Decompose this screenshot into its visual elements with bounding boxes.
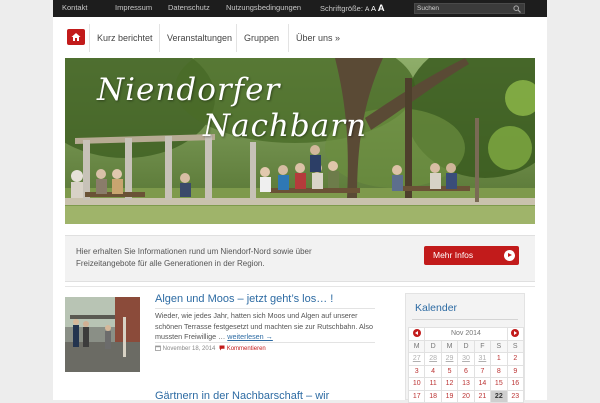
comment-icon [219, 345, 225, 351]
calendar-day[interactable]: 4 [424, 364, 442, 378]
chevron-left-icon [412, 328, 421, 337]
search-input[interactable] [417, 4, 509, 13]
banner-title-line1: Niendorfer [97, 72, 281, 108]
nav-item-kurz-berichtet[interactable]: Kurz berichtet [89, 24, 153, 52]
nav-item-veranstaltungen[interactable]: Veranstaltungen [159, 24, 232, 52]
calendar-day[interactable]: 7 [473, 364, 492, 378]
home-icon [71, 33, 81, 41]
topbar-link-kontakt[interactable]: Kontakt [62, 3, 87, 12]
calendar-day[interactable]: 9 [506, 364, 525, 378]
calendar-day[interactable]: 17 [407, 389, 426, 403]
post-title[interactable]: Algen und Moos – jetzt geht’s los… ! [155, 293, 333, 305]
header-banner[interactable]: Niendorfer Nachbarn [65, 58, 535, 224]
calendar-icon [155, 345, 161, 351]
calendar-week: 27 28 29 30 31 1 2 [407, 352, 525, 366]
calendar-day[interactable]: 14 [473, 377, 492, 391]
calendar-week: 17 18 19 20 21 22 23 [407, 389, 525, 403]
calendar-month: Nov 2014 [424, 327, 508, 341]
post-thumbnail-photo [65, 297, 140, 372]
calendar-day[interactable]: 15 [490, 377, 508, 391]
calendar-day[interactable]: 3 [407, 364, 426, 378]
calendar-widget: Kalender Nov 2014 M D M D F S S 27 28 29 [405, 293, 525, 403]
calendar-week: 10 11 12 13 14 15 16 [407, 377, 525, 391]
post-title-divider [155, 308, 375, 309]
post-title[interactable]: Gärtnern in der Nachbarschaft – wir [155, 390, 329, 402]
intro-box: Hier erhalten Sie Informationen rund um … [65, 235, 535, 282]
font-size-small[interactable]: A [365, 6, 369, 13]
nav-item-ueber-uns[interactable]: Über uns » [288, 24, 340, 52]
font-size-large[interactable]: A [378, 3, 385, 14]
calendar-day[interactable]: 23 [506, 389, 525, 403]
calendar-day[interactable]: 2 [506, 352, 525, 366]
top-bar: Kontakt Impressum Datenschutz Nutzungsbe… [53, 0, 547, 17]
topbar-link-nutzungsbedingungen[interactable]: Nutzungsbedingungen [226, 3, 301, 12]
main-navigation: Kurz berichtet Veranstaltungen Gruppen Ü… [65, 24, 535, 52]
calendar-widget-title: Kalender [415, 302, 458, 314]
calendar-day[interactable]: 31 [473, 352, 492, 366]
weekday-row: M D M D F S S [407, 339, 525, 353]
calendar-day[interactable]: 20 [457, 389, 475, 403]
post-meta-divider [155, 342, 375, 343]
calendar-day[interactable]: 8 [490, 364, 508, 378]
weekday-label: M [407, 339, 426, 353]
calendar-day[interactable]: 13 [457, 377, 475, 391]
search-box [414, 3, 525, 14]
calendar-header-row: Nov 2014 [407, 327, 525, 341]
weekday-label: S [490, 339, 508, 353]
calendar-day[interactable]: 1 [490, 352, 508, 366]
calendar-day-today[interactable]: 22 [490, 389, 508, 403]
calendar-day[interactable]: 29 [440, 352, 459, 366]
calendar-day[interactable]: 19 [440, 389, 459, 403]
more-info-label: Mehr Infos [433, 250, 474, 260]
calendar-day[interactable]: 10 [407, 377, 426, 391]
font-size-medium[interactable]: A [371, 4, 376, 13]
next-month-button[interactable] [506, 327, 525, 341]
weekday-label: S [506, 339, 525, 353]
arrow-right-icon [504, 250, 515, 261]
chevron-right-icon [511, 328, 520, 337]
calendar-day[interactable]: 11 [424, 377, 442, 391]
page-wrapper: Kontakt Impressum Datenschutz Nutzungsbe… [53, 0, 547, 403]
calendar-day[interactable]: 12 [440, 377, 459, 391]
weekday-label: M [440, 339, 459, 353]
post-thumbnail[interactable] [65, 394, 140, 400]
prev-month-button[interactable] [407, 327, 426, 341]
font-size-label: Schriftgröße: [320, 4, 363, 13]
divider [65, 286, 535, 287]
calendar-day[interactable]: 5 [440, 364, 459, 378]
post-thumbnail[interactable] [65, 297, 140, 372]
topbar-link-impressum[interactable]: Impressum [115, 3, 152, 12]
calendar-day[interactable]: 21 [473, 389, 492, 403]
post-excerpt: Wieder, wie jedes Jahr, hatten sich Moos… [155, 311, 377, 343]
calendar-day[interactable]: 6 [457, 364, 475, 378]
topbar-link-datenschutz[interactable]: Datenschutz [168, 3, 210, 12]
weekday-label: F [473, 339, 492, 353]
banner-title-line2: Nachbarn [203, 108, 368, 144]
more-info-button[interactable]: Mehr Infos [424, 246, 519, 265]
calendar-day[interactable]: 18 [424, 389, 442, 403]
font-size-switcher: Schriftgröße: A A A [320, 3, 385, 14]
intro-text: Hier erhalten Sie Informationen rund um … [76, 247, 312, 268]
read-more-link[interactable]: weiterlesen → [227, 332, 273, 341]
calendar-day[interactable]: 27 [407, 352, 426, 366]
calendar-week: 3 4 5 6 7 8 9 [407, 364, 525, 378]
weekday-label: D [424, 339, 442, 353]
calendar-day[interactable]: 16 [506, 377, 525, 391]
home-button[interactable] [67, 29, 85, 45]
search-icon[interactable] [513, 5, 521, 13]
post-meta: November 18, 2014 Kommentieren [155, 345, 266, 352]
calendar-day[interactable]: 28 [424, 352, 442, 366]
comment-link[interactable]: Kommentieren [227, 346, 266, 352]
calendar-day[interactable]: 30 [457, 352, 475, 366]
calendar-table: Nov 2014 M D M D F S S 27 28 29 30 31 1 … [407, 327, 525, 403]
nav-item-gruppen[interactable]: Gruppen [236, 24, 279, 52]
post-date: November 18, 2014 [162, 346, 216, 352]
widget-title-divider [412, 319, 518, 320]
weekday-label: D [457, 339, 475, 353]
